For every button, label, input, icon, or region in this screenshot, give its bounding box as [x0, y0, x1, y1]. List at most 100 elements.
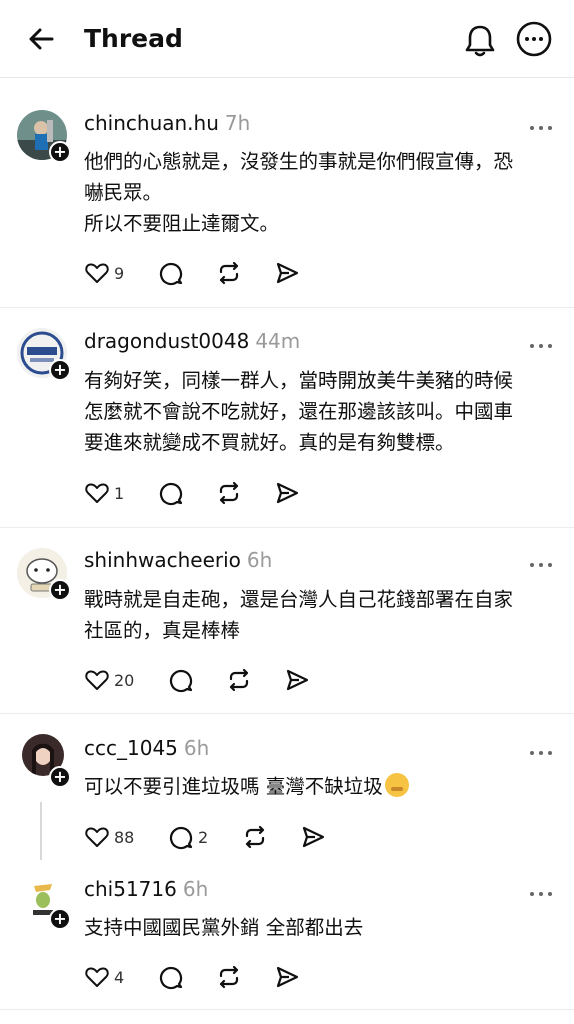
timestamp: 6h [183, 736, 210, 760]
more-dots-icon [530, 751, 552, 755]
timestamp: 44m [255, 329, 301, 353]
more-dots-icon [530, 892, 552, 896]
share-button[interactable] [274, 258, 300, 288]
like-count: 9 [114, 263, 125, 283]
repost-button[interactable] [216, 478, 242, 508]
repost-button[interactable] [216, 258, 242, 288]
reply-button[interactable]: 2 [168, 822, 208, 852]
repost-button[interactable] [226, 665, 252, 695]
repost-button[interactable] [216, 962, 242, 992]
like-button[interactable]: 20 [84, 665, 134, 695]
post-menu-button[interactable] [528, 336, 554, 348]
post-text: 戰時就是自走砲，還是台灣人自己花錢部署在自家 社區的，真是棒棒 [84, 584, 564, 646]
post-text: 可以不要引進垃圾嗎 臺灣不缺垃圾 [84, 771, 564, 802]
post-meta: chinchuan.hu 7h [84, 110, 250, 136]
bell-icon [465, 25, 495, 57]
reply-button[interactable] [158, 258, 184, 288]
follow-button[interactable]: + [49, 579, 71, 601]
comment-icon [169, 669, 193, 693]
post-text: 他們的心態就是，沒發生的事就是你們假宣傳，恐 嚇民眾。 所以不要阻止達爾文。 [84, 146, 564, 239]
repost-icon [229, 668, 249, 692]
username[interactable]: dragondust0048 [84, 329, 249, 353]
follow-button[interactable]: + [49, 141, 71, 163]
follow-button[interactable]: + [49, 908, 71, 930]
follow-button[interactable]: + [49, 766, 71, 788]
reply-count: 2 [198, 827, 209, 847]
like-button[interactable]: 88 [84, 822, 134, 852]
post-menu-button[interactable] [528, 555, 554, 567]
reply-button[interactable] [158, 962, 184, 992]
post-text-line: 嚇民眾。 [84, 181, 163, 204]
send-icon [276, 966, 299, 988]
comment-icon [169, 826, 193, 850]
repost-icon [219, 481, 239, 505]
heart-icon [85, 827, 109, 847]
more-dots-icon [530, 126, 552, 130]
like-count: 20 [114, 670, 135, 690]
notifications-button[interactable] [460, 20, 500, 60]
comment-icon [159, 966, 183, 990]
shushing-emoji-icon [384, 773, 409, 797]
timestamp: 6h [246, 548, 273, 572]
more-dots-icon [530, 563, 552, 567]
page-title: Thread [84, 24, 183, 53]
like-button[interactable]: 4 [84, 962, 124, 992]
timestamp: 6h [182, 877, 209, 901]
post-meta: ccc_1045 6h [84, 735, 209, 761]
like-count: 4 [114, 967, 125, 987]
like-button[interactable]: 1 [84, 478, 124, 508]
send-icon [302, 826, 325, 848]
heart-icon [85, 263, 109, 283]
follow-button[interactable]: + [49, 359, 71, 381]
post-menu-button[interactable] [528, 118, 554, 130]
post-actions: 9 [84, 258, 324, 288]
repost-icon [219, 261, 239, 285]
like-button[interactable]: 9 [84, 258, 124, 288]
timestamp: 7h [224, 111, 251, 135]
repost-icon [245, 825, 265, 849]
post-text-line: 他們的心態就是，沒發生的事就是你們假宣傳，恐 [84, 150, 514, 173]
send-icon [276, 482, 299, 504]
post-menu-button[interactable] [528, 743, 554, 755]
thread-post: + dragondust0048 44m 有夠好笑，同樣一群人，當時開放美牛美豬的… [0, 308, 574, 528]
repost-icon [219, 965, 239, 989]
post-menu-button[interactable] [528, 884, 554, 896]
post-text-line: 有夠好笑，同樣一群人，當時開放美牛美豬的時候 [84, 369, 514, 392]
back-button[interactable] [24, 22, 58, 56]
post-text-line: 要進來就變成不買就好。真的是有夠雙標。 [84, 431, 455, 454]
post-meta: chi51716 6h [84, 876, 208, 902]
post-text-line: 怎麼就不會說不吃就好，還在那邊該該叫。中國車 [84, 400, 514, 423]
username[interactable]: shinhwacheerio [84, 548, 241, 572]
more-options-button[interactable] [514, 19, 554, 59]
thread-post: + chinchuan.hu 7h 他們的心態就是，沒發生的事就是你們假宣傳，恐 … [0, 90, 574, 308]
post-text-line: 戰時就是自走砲，還是台灣人自己花錢部署在自家 [84, 588, 514, 611]
heart-icon [85, 670, 109, 690]
arrow-left-icon [29, 28, 54, 50]
post-actions: 88 2 [84, 822, 344, 852]
send-icon [276, 262, 299, 284]
share-button[interactable] [274, 962, 300, 992]
post-text: 有夠好笑，同樣一群人，當時開放美牛美豬的時候 怎麼就不會說不吃就好，還在那邊該該… [84, 365, 564, 458]
more-dots-icon [530, 344, 552, 348]
reply-button[interactable] [158, 478, 184, 508]
post-actions: 1 [84, 478, 324, 508]
repost-button[interactable] [242, 822, 268, 852]
thread-post: + shinhwacheerio 6h 戰時就是自走砲，還是台灣人自己花錢部署在自… [0, 528, 574, 714]
username[interactable]: chinchuan.hu [84, 111, 219, 135]
more-circle-icon [516, 21, 552, 57]
comment-icon [159, 262, 183, 286]
username[interactable]: ccc_1045 [84, 736, 178, 760]
like-count: 1 [114, 483, 125, 503]
thread-connector-line [40, 802, 42, 860]
share-button[interactable] [274, 478, 300, 508]
reply-button[interactable] [168, 665, 194, 695]
post-text-line: 社區的，真是棒棒 [84, 619, 241, 642]
share-button[interactable] [300, 822, 326, 852]
thread-post: + chi51716 6h 支持中國國民黨外銷 全部都出去 4 [0, 864, 574, 1010]
send-icon [286, 669, 309, 691]
heart-icon [85, 483, 109, 503]
username[interactable]: chi51716 [84, 877, 177, 901]
top-bar: Thread [0, 0, 574, 78]
post-text-line: 所以不要阻止達爾文。 [84, 212, 280, 235]
share-button[interactable] [284, 665, 310, 695]
